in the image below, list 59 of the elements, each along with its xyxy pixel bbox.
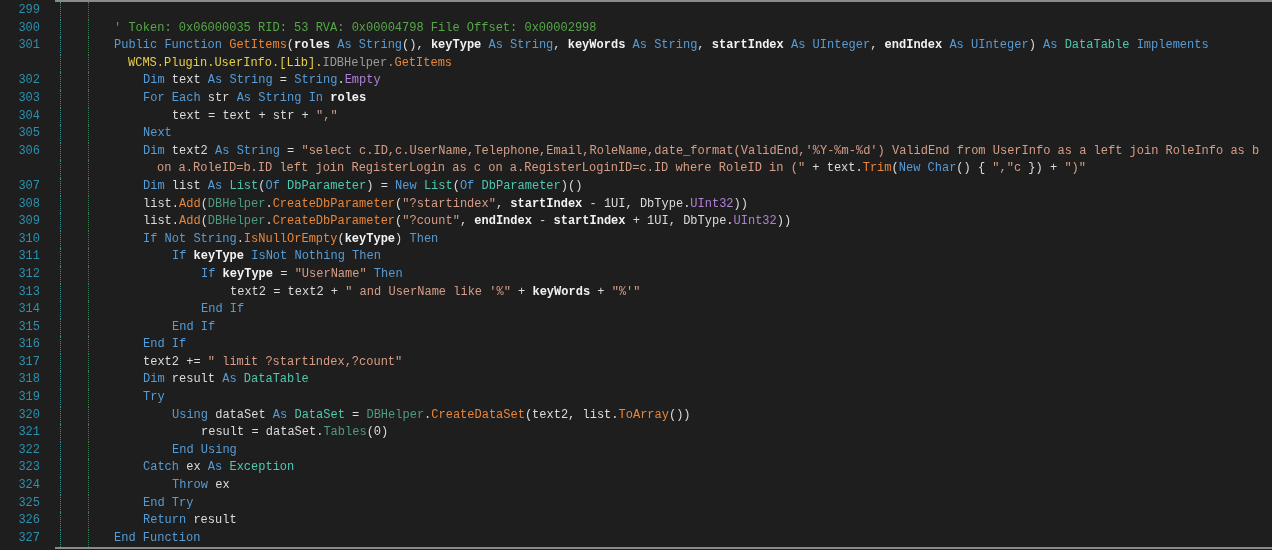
code-line: list.Add(DBHelper.CreateDbParameter("?startindex", startIndex - 1UI, DbType.UInt32)): [143, 195, 748, 213]
line-number: 313: [18, 284, 40, 299]
line-number: 302: [18, 73, 40, 88]
code-line: Using dataSet As DataSet = DBHelper.CreateDataSet(text2, list.ToArray()): [172, 406, 691, 424]
code-line: Catch ex As Exception: [143, 459, 295, 477]
line-number: 307: [18, 178, 40, 193]
code-line: on a.RoleID=b.ID left join RegisterLogin as c on a.RegisterLoginID=c.ID where RoleID in (" + text.Trim(New Char() { ","c }) + ")": [157, 160, 1086, 178]
code-line: text2 = text2 + " and UserName like '%" + keyWords + "%'": [230, 283, 641, 301]
code-line: Throw ex: [172, 477, 230, 495]
line-number: 303: [18, 90, 40, 105]
code-line: End If: [201, 301, 245, 319]
line-number: 299: [18, 3, 40, 17]
line-number: 310: [18, 231, 40, 246]
line-number: 327: [18, 530, 40, 545]
code-line: result = dataSet.Tables(0): [201, 424, 389, 442]
code-line: For Each str As String In roles: [143, 89, 367, 107]
line-number: 315: [18, 319, 40, 334]
code-line: If Not String.IsNullOrEmpty(keyType) Then: [143, 230, 439, 248]
line-number: 322: [18, 442, 40, 457]
line-number: 312: [18, 266, 40, 281]
code-line: End Using: [172, 441, 237, 459]
code-line: text = text + str + ",": [172, 107, 338, 125]
code-comment: ' Token: 0x06000035 RID: 53 RVA: 0x00004798 File Offset: 0x00002998: [114, 19, 597, 37]
code-line: list.Add(DBHelper.CreateDbParameter("?count", endIndex - startIndex + 1UI, DbType.UInt32)): [143, 213, 792, 231]
line-number: 325: [18, 495, 40, 510]
code-line: Next: [143, 125, 172, 143]
line-number: 314: [18, 302, 40, 317]
line-number: 300: [18, 20, 40, 35]
line-number: 301: [18, 38, 40, 53]
line-number: 311: [18, 249, 40, 264]
line-number: 318: [18, 372, 40, 387]
code-line: Return result: [143, 512, 237, 530]
code-line: Dim result As DataTable: [143, 371, 309, 389]
code-line: text2 += " limit ?startindex,?count": [143, 353, 403, 371]
line-number: 321: [18, 425, 40, 440]
code-line: End Function: [114, 529, 201, 547]
line-number: 305: [18, 126, 40, 141]
line-number: 326: [18, 513, 40, 528]
code-line: End If: [143, 336, 187, 354]
code-line: Dim text2 As String = "select c.ID,c.UserName,Telephone,Email,RoleName,date_format(ValidEnd,'%Y-%m-%d') ValidEnd from UserInfo as a left join RoleInfo as b: [143, 142, 1260, 160]
code-line: End Try: [143, 494, 194, 512]
line-number: 316: [18, 337, 40, 352]
code-line: WCMS.Plugin.UserInfo.[Lib].IDBHelper.GetItems: [128, 54, 453, 72]
line-number: 320: [18, 407, 40, 422]
line-number: 319: [18, 390, 40, 405]
line-number: 309: [18, 214, 40, 229]
code-line: If keyType IsNot Nothing Then: [172, 248, 381, 266]
line-number: 306: [18, 143, 40, 158]
line-number: 317: [18, 354, 40, 369]
line-number: 324: [18, 478, 40, 493]
line-number: 304: [18, 108, 40, 123]
line-number: 323: [18, 460, 40, 475]
code-line: End If: [172, 318, 216, 336]
code-line: Try: [143, 389, 165, 407]
code-line: If keyType = "UserName" Then: [201, 265, 403, 283]
code-line: Dim list As List(Of DbParameter) = New List(Of DbParameter)(): [143, 177, 583, 195]
line-number: 308: [18, 196, 40, 211]
code-line: Public Function GetItems(roles As String(), keyType As String, keyWords As String, startIndex As UInteger, endIndex As UInteger) As DataTable Implements: [114, 37, 1209, 55]
code-line: Dim text As String = String.Empty: [143, 72, 381, 90]
